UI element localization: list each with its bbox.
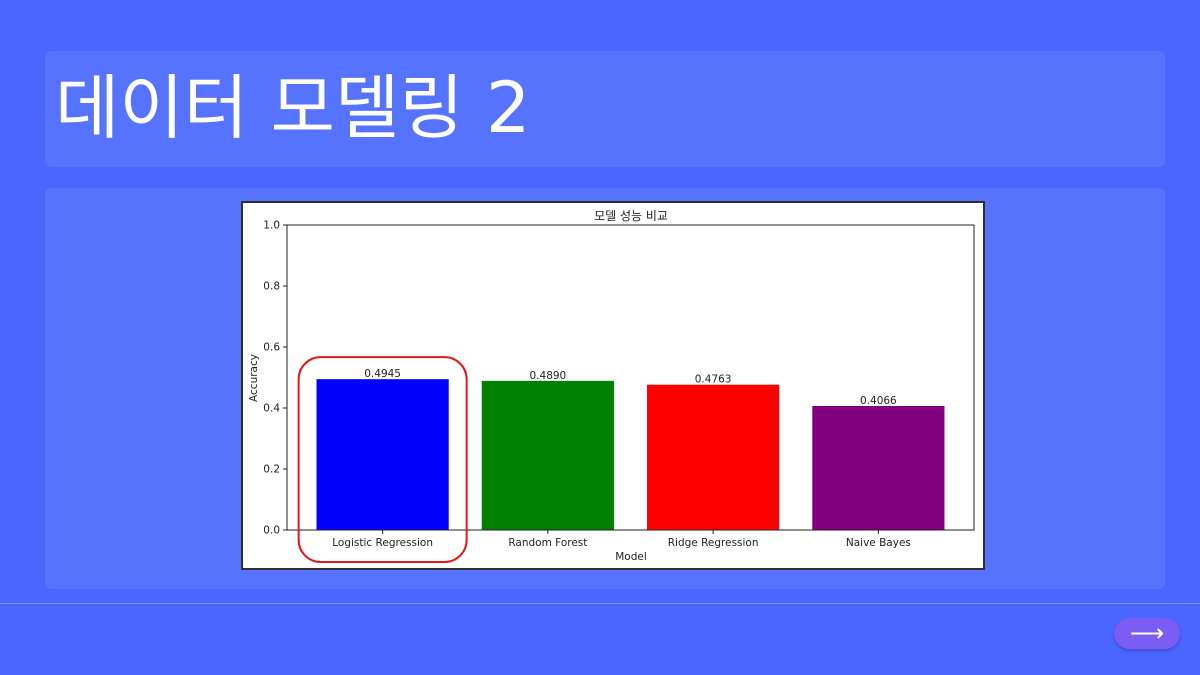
x-axis-label: Model [615, 551, 647, 563]
chart-title: 모델 성능 비교 [594, 209, 668, 223]
bar [316, 379, 449, 530]
bar-chart: 모델 성능 비교 0.0 0.2 0.4 0.6 0.8 1.0 0.4945 0.4890… [248, 209, 975, 563]
x-tick-label: Ridge Regression [668, 537, 759, 549]
y-tick-label: 0.8 [263, 281, 280, 293]
bar-value-label: 0.4763 [695, 374, 732, 386]
y-tick-label: 0.4 [263, 403, 280, 415]
arrow-right-icon: ⟶ [1129, 619, 1165, 647]
bars-group: 0.4945 0.4890 0.4763 0.4066 [316, 368, 945, 530]
next-slide-button[interactable]: ⟶ [1114, 618, 1180, 649]
y-axis: 0.0 0.2 0.4 0.6 0.8 1.0 [263, 220, 287, 537]
x-tick-label: Naive Bayes [846, 537, 911, 549]
y-axis-label: Accuracy [248, 354, 260, 402]
y-tick-label: 0.0 [263, 525, 280, 537]
bar [647, 384, 780, 530]
bar-value-label: 0.4066 [860, 395, 897, 407]
y-tick-label: 0.6 [263, 342, 280, 354]
footer-divider [0, 603, 1200, 604]
bar-value-label: 0.4890 [530, 370, 567, 382]
chart-image: 모델 성능 비교 0.0 0.2 0.4 0.6 0.8 1.0 0.4945 0.4890… [241, 201, 985, 570]
y-tick-label: 1.0 [263, 220, 280, 232]
x-tick-label: Logistic Regression [332, 537, 433, 549]
y-tick-label: 0.2 [263, 464, 280, 476]
title-panel: 데이터 모델링 2 [45, 51, 1165, 167]
bar [812, 405, 945, 530]
slide-title: 데이터 모델링 2 [55, 67, 531, 149]
x-axis: Logistic Regression Random Forest Ridge Re… [332, 530, 911, 549]
bar [481, 380, 614, 530]
bar-value-label: 0.4945 [364, 368, 401, 380]
x-tick-label: Random Forest [508, 537, 587, 549]
